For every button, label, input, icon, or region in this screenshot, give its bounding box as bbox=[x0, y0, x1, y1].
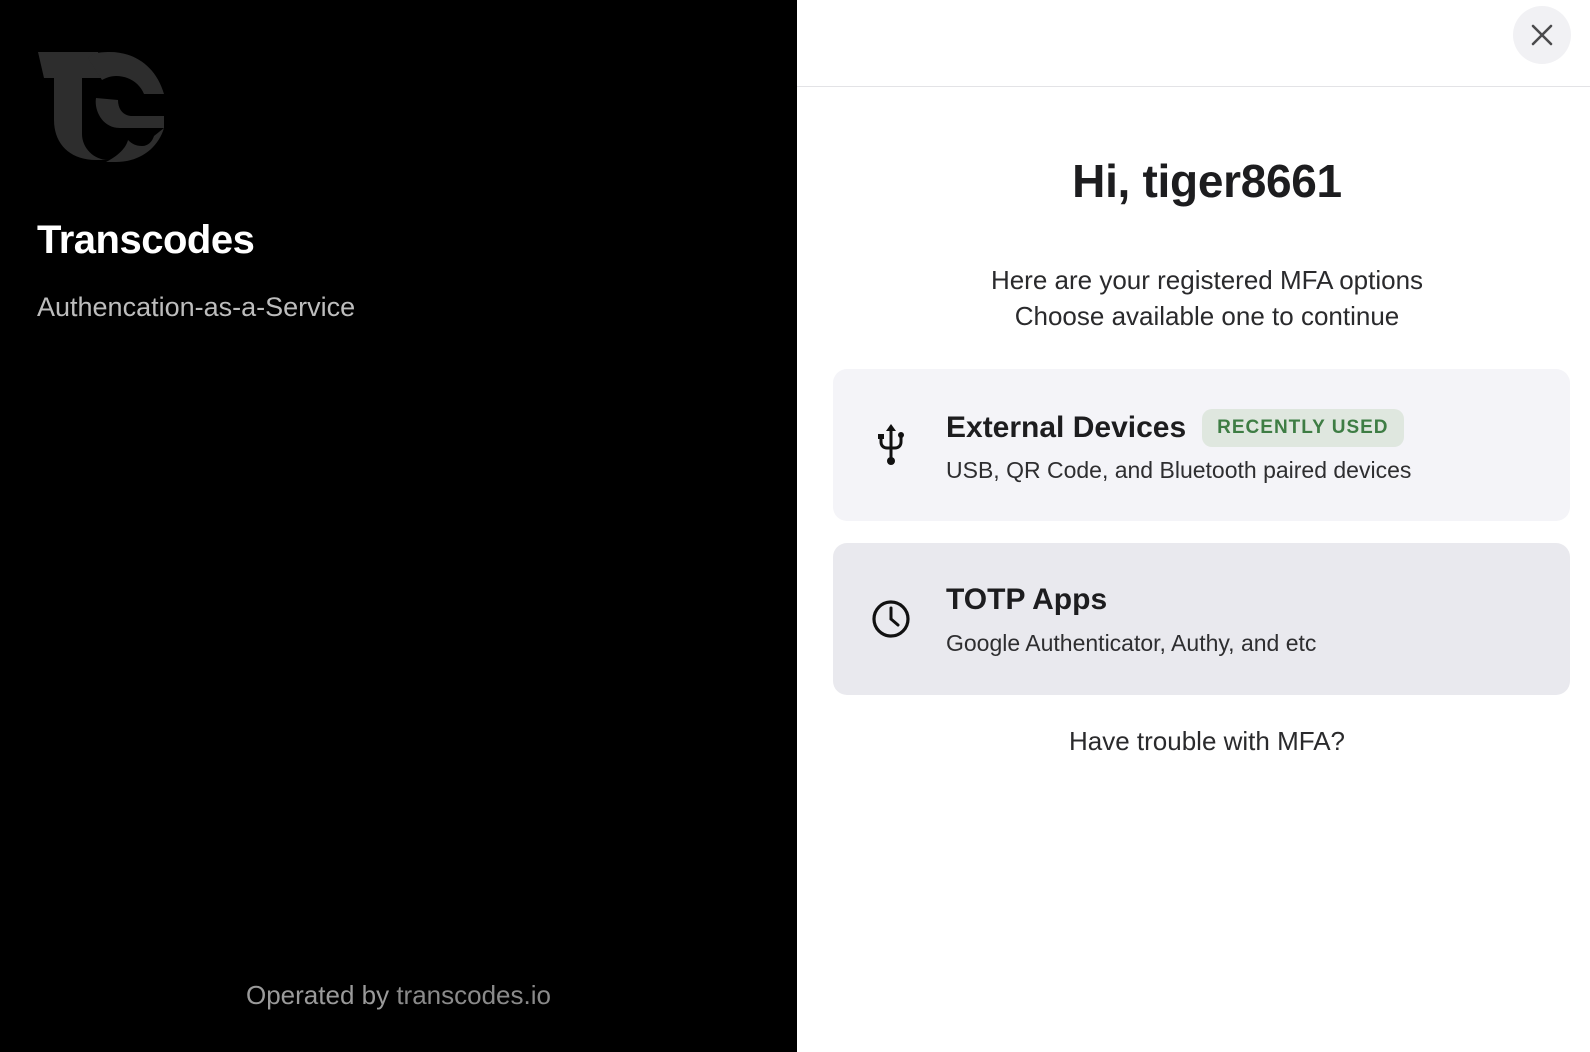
brand-panel: Transcodes Authencation-as-a-Service Ope… bbox=[0, 0, 797, 1052]
close-icon bbox=[1531, 24, 1553, 46]
option-title-text: TOTP Apps bbox=[946, 583, 1108, 616]
page-title: Hi, tiger8661 bbox=[1072, 155, 1342, 207]
trouble-link[interactable]: Have trouble with MFA? bbox=[797, 726, 1590, 757]
mfa-panel: Hi, tiger8661 Here are your registered M… bbox=[797, 0, 1590, 1052]
footer: Operated by transcodes.io bbox=[0, 980, 797, 1011]
brand-title: Transcodes bbox=[37, 218, 255, 262]
option-totp-apps[interactable]: TOTP Apps Google Authenticator, Authy, a… bbox=[833, 543, 1570, 695]
clock-icon bbox=[869, 593, 913, 645]
instructions-line-1: Here are your registered MFA options bbox=[990, 265, 1424, 295]
option-title: TOTP Apps bbox=[946, 583, 1107, 617]
footer-prefix: Operated by bbox=[246, 980, 390, 1010]
usb-icon bbox=[869, 419, 913, 471]
instructions-line-2: Choose available one to continue bbox=[1014, 301, 1400, 331]
instructions: Here are your registered MFA options Cho… bbox=[797, 262, 1590, 334]
brand-tagline: Authencation-as-a-Service bbox=[37, 292, 356, 322]
option-title-text: External Devices bbox=[946, 411, 1187, 444]
option-title: External Devices RECENTLY USED bbox=[946, 409, 1404, 447]
option-external-devices[interactable]: External Devices RECENTLY USED USB, QR C… bbox=[833, 369, 1570, 521]
footer-link[interactable]: transcodes.io bbox=[396, 980, 551, 1010]
recently-used-badge: RECENTLY USED bbox=[1202, 409, 1404, 447]
mfa-page: Transcodes Authencation-as-a-Service Ope… bbox=[0, 0, 1590, 1052]
top-bar bbox=[797, 0, 1590, 87]
option-subtitle: USB, QR Code, and Bluetooth paired devic… bbox=[946, 457, 1412, 483]
transcodes-logo-icon bbox=[38, 52, 164, 162]
option-subtitle: Google Authenticator, Authy, and etc bbox=[946, 630, 1317, 656]
close-button[interactable] bbox=[1513, 6, 1571, 64]
